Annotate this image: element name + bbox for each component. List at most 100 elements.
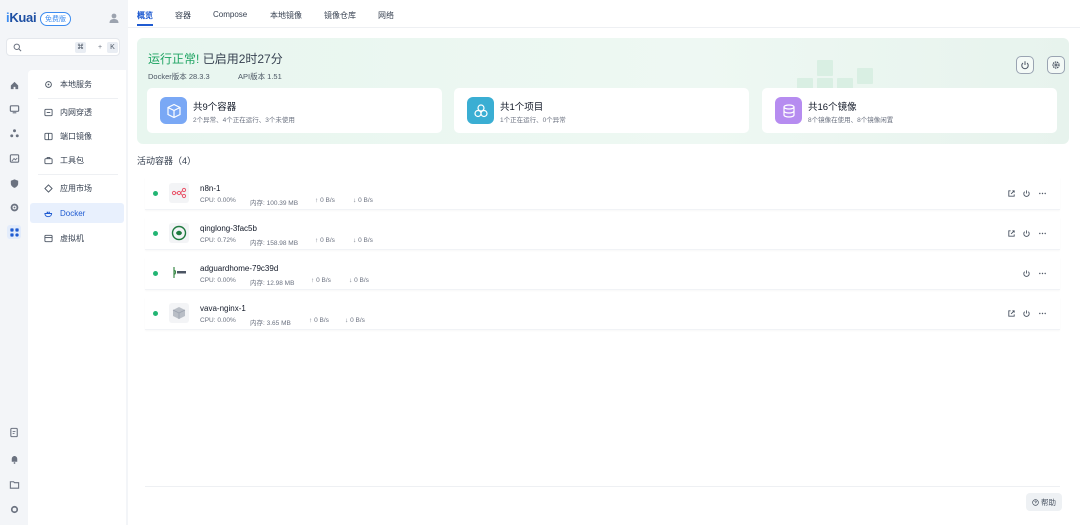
sidebar-item-label: 本地服务 — [60, 79, 92, 89]
tab-compose[interactable]: Compose — [213, 10, 247, 19]
container-name: n8n-1 — [200, 184, 221, 193]
more-icon[interactable] — [1037, 228, 1047, 238]
docker-icon — [44, 211, 53, 217]
memory-usage: 内存: 100.39 MB — [250, 200, 299, 207]
images-card[interactable]: 共16个镜像 8个镜像在使用、8个镜像闲置 — [762, 88, 1057, 133]
divider — [38, 174, 118, 175]
apps-icon[interactable] — [7, 225, 21, 239]
upload-rate: ↑ 0 B/s — [315, 237, 335, 244]
more-icon[interactable] — [1037, 308, 1047, 318]
divider — [38, 98, 118, 99]
open-external-icon[interactable] — [1006, 308, 1016, 318]
shield-icon[interactable] — [7, 176, 21, 190]
tab-overview[interactable]: 概览 — [137, 10, 153, 26]
download-rate: ↓ 0 B/s — [353, 197, 373, 204]
download-rate: ↓ 0 B/s — [353, 237, 373, 244]
container-row[interactable]: adguardhome-79c39d CPU: 0.00% 内存: 12.98 … — [145, 257, 1060, 290]
main-panel: 概览 容器 Compose 本地镜像 镜像仓库 网络 运行正常! 已启用2时27… — [128, 0, 1080, 525]
cpu-usage: CPU: 0.00% — [200, 317, 236, 324]
sidebar-item-port-mirror[interactable]: 端口镜像 — [30, 126, 124, 146]
more-icon[interactable] — [1037, 268, 1047, 278]
containers-card[interactable]: 共9个容器 2个异常、4个正在运行、3个未使用 — [147, 88, 442, 133]
container-row[interactable]: n8n-1 CPU: 0.00% 内存: 100.39 MB ↑ 0 B/s ↓… — [145, 177, 1060, 210]
card-subtitle: 1个正在运行、0个异常 — [500, 117, 566, 124]
sidebar-item-label: 工具包 — [60, 155, 84, 165]
sidebar-item-toolbox[interactable]: 工具包 — [30, 150, 124, 170]
arrow-up-icon: ↑ — [315, 197, 319, 204]
box-logo-icon — [169, 303, 189, 323]
home-icon[interactable] — [7, 78, 21, 92]
sidebar-item-local-service[interactable]: 本地服务 — [30, 74, 124, 94]
docker-settings-button[interactable] — [1047, 56, 1065, 74]
help-icon — [1032, 498, 1039, 506]
upload-rate: ↑ 0 B/s — [311, 277, 331, 284]
sidebar-menu: 本地服务 内网穿透 端口镜像 工具包 应用市场 Docker 虚拟机 — [28, 70, 126, 525]
power-icon[interactable] — [1021, 188, 1031, 198]
status-text: 运行正常! 已启用2时27分 — [148, 52, 283, 66]
projects-card[interactable]: 共1个项目 1个正在运行、0个异常 — [454, 88, 749, 133]
tab-containers[interactable]: 容器 — [175, 10, 191, 21]
power-icon[interactable] — [1021, 228, 1031, 238]
tunnel-icon — [44, 108, 53, 116]
cpu-usage: CPU: 0.00% — [200, 277, 236, 284]
running-status-dot — [153, 271, 158, 276]
uptime-text: 已启用2时27分 — [202, 52, 283, 66]
arrow-down-icon: ↓ — [345, 317, 349, 324]
sidebar-item-vm[interactable]: 虚拟机 — [30, 228, 124, 248]
container-row[interactable]: vava-nginx-1 CPU: 0.00% 内存: 3.65 MB ↑ 0 … — [145, 297, 1060, 330]
folder-icon[interactable] — [7, 477, 21, 491]
arrow-down-icon: ↓ — [353, 237, 357, 244]
open-external-icon[interactable] — [1006, 228, 1016, 238]
help-button[interactable]: 帮助 — [1026, 493, 1062, 511]
report-icon[interactable] — [7, 425, 21, 439]
shortcut-plus: + — [98, 44, 103, 51]
power-icon[interactable] — [1021, 308, 1031, 318]
api-version: API版本 1.51 — [238, 72, 282, 81]
sidebar-item-label: 虚拟机 — [60, 233, 84, 243]
more-icon[interactable] — [1037, 188, 1047, 198]
help-label: 帮助 — [1041, 497, 1056, 507]
qinglong-logo-icon — [169, 223, 189, 243]
card-subtitle: 8个镜像在使用、8个镜像闲置 — [808, 117, 894, 124]
container-name: adguardhome-79c39d — [200, 264, 279, 273]
gear-icon[interactable] — [7, 200, 21, 214]
cpu-usage: CPU: 0.00% — [200, 197, 236, 204]
gear-network-icon — [45, 80, 52, 88]
tab-local-images[interactable]: 本地镜像 — [270, 10, 302, 21]
cpu-usage: CPU: 0.72% — [200, 237, 236, 244]
tab-registry[interactable]: 镜像仓库 — [324, 10, 356, 21]
arrow-down-icon: ↓ — [353, 197, 357, 204]
monitor-icon[interactable] — [7, 102, 21, 116]
upload-rate: ↑ 0 B/s — [315, 197, 335, 204]
container-row[interactable]: qinglong-3fac5b CPU: 0.72% 内存: 158.98 MB… — [145, 217, 1060, 250]
open-external-icon[interactable] — [1006, 188, 1016, 198]
power-button[interactable] — [1016, 56, 1034, 74]
memory-usage: 内存: 158.98 MB — [250, 240, 299, 247]
sidebar-item-tunnel[interactable]: 内网穿透 — [30, 102, 124, 122]
settings-icon[interactable] — [7, 502, 21, 516]
search-input[interactable]: ⌘ + K — [6, 38, 120, 56]
user-icon[interactable] — [108, 12, 120, 24]
shortcut-key-k: K — [107, 42, 118, 53]
docker-version: Docker版本 28.3.3 — [148, 72, 210, 81]
tab-bar: 概览 容器 Compose 本地镜像 镜像仓库 网络 — [128, 0, 1080, 28]
power-icon[interactable] — [1021, 268, 1031, 278]
search-icon — [13, 43, 22, 52]
decor-block — [817, 60, 833, 76]
container-name: qinglong-3fac5b — [200, 224, 257, 233]
bell-icon[interactable] — [7, 452, 21, 466]
sidebar-item-label: 应用市场 — [60, 183, 92, 193]
market-icon — [44, 183, 53, 193]
tab-network[interactable]: 网络 — [378, 10, 394, 21]
network-icon[interactable] — [7, 126, 21, 140]
arrow-up-icon: ↑ — [311, 277, 315, 284]
image-icon[interactable] — [7, 151, 21, 165]
gear-icon — [1052, 61, 1060, 69]
sidebar-item-app-market[interactable]: 应用市场 — [30, 178, 124, 198]
sidebar-item-docker[interactable]: Docker — [30, 203, 124, 223]
running-status-dot — [153, 231, 158, 236]
running-status-dot — [153, 191, 158, 196]
shortcut-key-cmd: ⌘ — [75, 42, 86, 53]
cluster-icon — [467, 97, 494, 124]
adguard-logo-icon — [169, 263, 189, 283]
